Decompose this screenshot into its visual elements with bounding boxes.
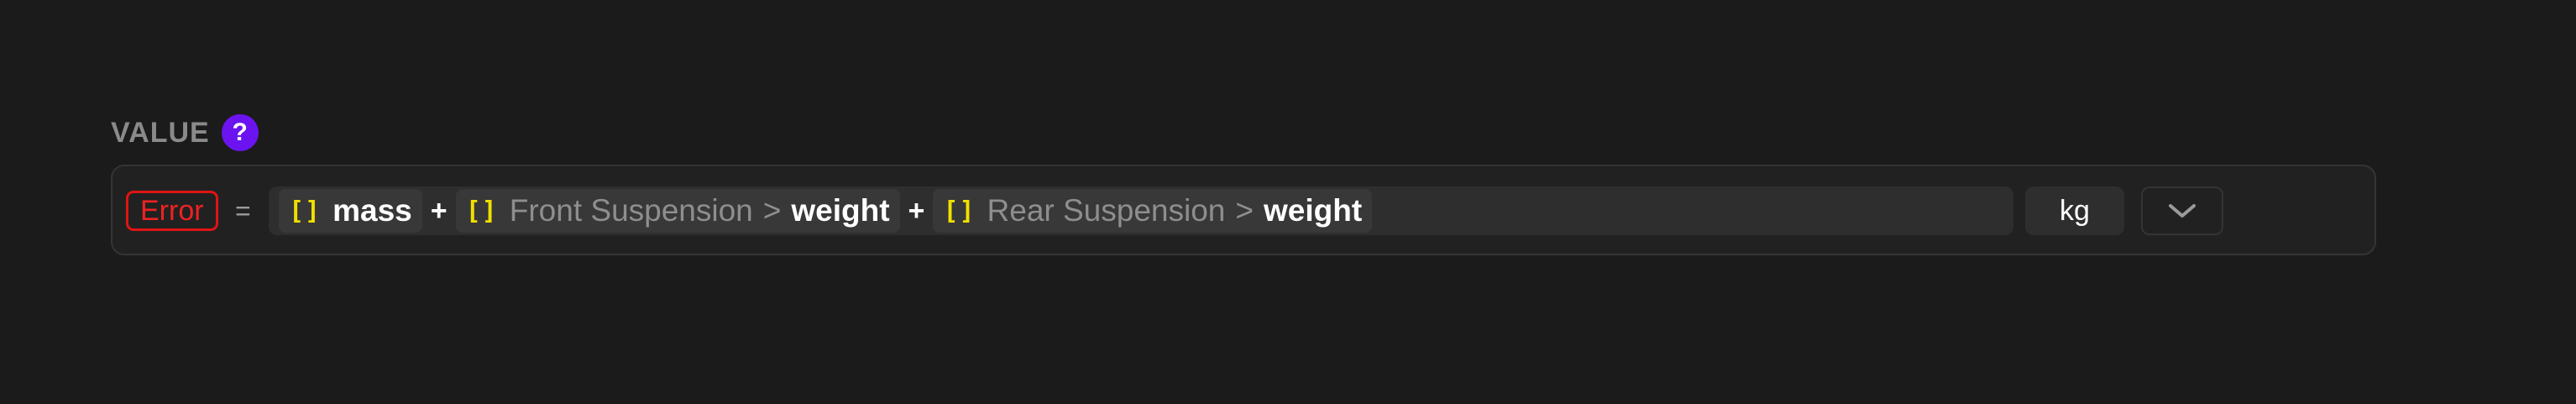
expression-input[interactable]: [] mass + [] Front Suspension > weight +… <box>269 186 2013 235</box>
unit-field[interactable]: kg <box>2025 186 2124 235</box>
plus-operator: + <box>430 194 448 227</box>
reference-token-mass[interactable]: [] mass <box>279 189 422 233</box>
brackets-icon: [] <box>943 196 976 226</box>
value-label: VALUE <box>111 116 210 149</box>
value-field-header: VALUE ? <box>111 114 259 151</box>
page: VALUE ? Error = [] mass + [] Front Suspe… <box>0 0 2576 404</box>
value-row: Error = [] mass + [] Front Suspension > … <box>111 165 2376 255</box>
brackets-icon: [] <box>465 196 498 226</box>
error-badge: Error <box>126 191 218 231</box>
unit-dropdown-button[interactable] <box>2141 186 2223 235</box>
brackets-icon: [] <box>289 196 322 226</box>
equals-sign: = <box>235 196 251 226</box>
reference-name: weight <box>1263 193 1363 228</box>
reference-path: Front Suspension <box>509 193 753 228</box>
reference-token-rear-suspension-weight[interactable]: [] Rear Suspension > weight <box>933 189 1373 233</box>
chevron-down-icon <box>2169 204 2196 218</box>
reference-name: weight <box>791 193 890 228</box>
reference-path: Rear Suspension <box>987 193 1226 228</box>
help-icon[interactable]: ? <box>221 114 259 151</box>
path-separator: > <box>762 193 782 228</box>
reference-name: mass <box>332 193 412 228</box>
reference-token-front-suspension-weight[interactable]: [] Front Suspension > weight <box>455 189 900 233</box>
plus-operator: + <box>908 194 925 227</box>
path-separator: > <box>1235 193 1254 228</box>
